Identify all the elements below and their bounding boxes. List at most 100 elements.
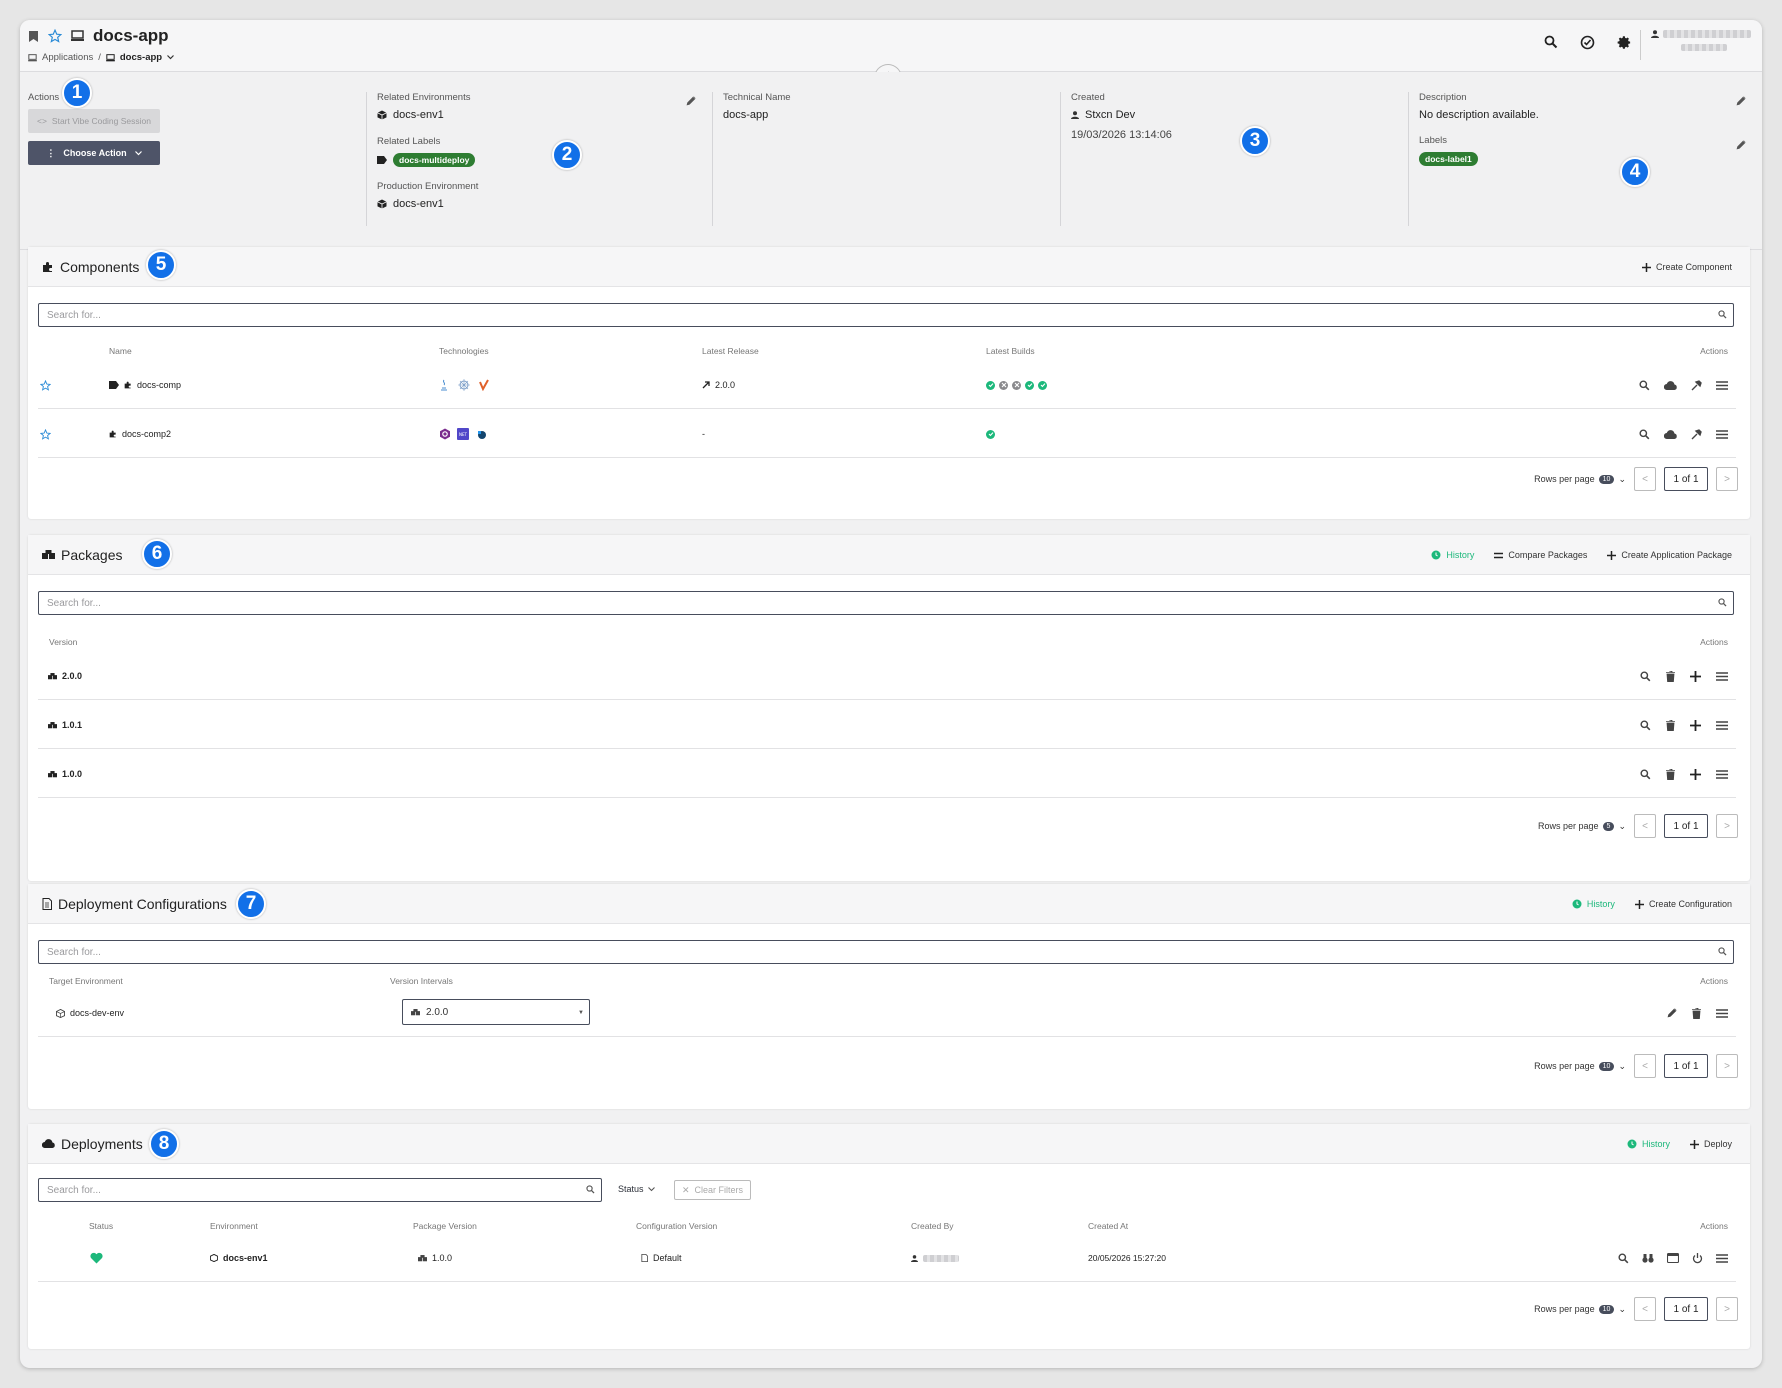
rows-per-page[interactable]: Rows per page 5 ⌄ — [1538, 821, 1626, 832]
table-row[interactable]: 2.0.0 — [38, 652, 1736, 700]
inspect-search-icon[interactable] — [1640, 670, 1651, 682]
menu-icon[interactable] — [1716, 380, 1728, 390]
next-page-button[interactable]: > — [1716, 1297, 1738, 1321]
next-page-button[interactable]: > — [1716, 814, 1738, 838]
package-version-cell[interactable]: 1.0.0 — [48, 750, 82, 798]
tasks-check-icon[interactable] — [1580, 35, 1595, 50]
build-failed-icon[interactable] — [1012, 380, 1021, 390]
star-icon[interactable] — [40, 361, 51, 409]
table-row[interactable]: docs-comp 2.0.0 — [38, 361, 1736, 409]
compare-packages-button[interactable]: Compare Packages — [1494, 550, 1587, 560]
deployments-history-button[interactable]: History — [1627, 1139, 1670, 1149]
prev-page-button[interactable]: < — [1634, 467, 1656, 491]
breadcrumb-applications[interactable]: Applications — [42, 52, 93, 63]
plus-icon[interactable] — [1690, 768, 1701, 780]
choose-action-button[interactable]: ⋮ Choose Action — [28, 141, 160, 165]
menu-icon[interactable] — [1716, 720, 1728, 730]
related-env-value[interactable]: docs-env1 — [377, 109, 698, 121]
status-filter[interactable]: Status — [618, 1184, 655, 1194]
deploy-button[interactable]: Deploy — [1689, 1139, 1732, 1149]
edit-description-pencil-icon[interactable] — [1736, 96, 1746, 106]
plus-icon[interactable] — [1690, 670, 1701, 682]
prev-page-button[interactable]: < — [1634, 814, 1656, 838]
rows-per-page[interactable]: Rows per page 10 ⌄ — [1534, 1304, 1626, 1315]
table-row[interactable]: docs-dev-env 2.0.0 ▼ — [38, 989, 1736, 1037]
target-env-cell[interactable]: docs-dev-env — [56, 989, 124, 1037]
clear-filters-button[interactable]: ✕ Clear Filters — [674, 1180, 752, 1200]
rows-per-page[interactable]: Rows per page 10 ⌄ — [1534, 474, 1626, 485]
chevron-down-icon[interactable] — [167, 55, 175, 60]
version-interval-select[interactable]: 2.0.0 ▼ — [402, 999, 590, 1025]
trash-icon[interactable] — [1666, 719, 1675, 731]
build-success-icon[interactable] — [986, 380, 995, 390]
components-search-input[interactable]: Search for... — [38, 303, 1734, 327]
start-vibe-coding-button[interactable]: <> Start Vibe Coding Session — [28, 109, 160, 133]
trash-icon[interactable] — [1666, 768, 1675, 780]
next-page-button[interactable]: > — [1716, 467, 1738, 491]
configs-history-button[interactable]: History — [1572, 899, 1615, 909]
hammer-build-icon[interactable] — [1691, 379, 1702, 391]
package-version-cell[interactable]: 2.0.0 — [48, 652, 82, 700]
build-success-icon[interactable] — [1025, 380, 1034, 390]
edit-labels-pencil-icon[interactable] — [1736, 140, 1746, 150]
breadcrumb-current[interactable]: docs-app — [120, 52, 162, 63]
trash-icon[interactable] — [1666, 670, 1675, 682]
packages-history-button[interactable]: History — [1431, 550, 1474, 560]
component-name-cell[interactable]: docs-comp — [109, 361, 181, 409]
menu-icon[interactable] — [1716, 1253, 1728, 1263]
binoculars-icon[interactable] — [1642, 1253, 1654, 1263]
hammer-build-icon[interactable] — [1691, 428, 1702, 440]
table-row[interactable]: 1.0.0 — [38, 750, 1736, 798]
prev-page-button[interactable]: < — [1634, 1054, 1656, 1078]
prev-page-button[interactable]: < — [1634, 1297, 1656, 1321]
bookmark-icon[interactable] — [28, 30, 39, 43]
pencil-icon[interactable] — [1667, 1008, 1677, 1018]
inspect-search-icon[interactable] — [1640, 719, 1651, 731]
table-row[interactable]: docs-env1 1.0.0 Default 20/05/2026 15:27… — [38, 1234, 1736, 1282]
browser-window-icon[interactable] — [1667, 1253, 1679, 1263]
power-icon[interactable] — [1692, 1252, 1703, 1264]
menu-icon[interactable] — [1716, 671, 1728, 681]
page-indicator[interactable]: 1 of 1 — [1664, 814, 1708, 838]
page-indicator[interactable]: 1 of 1 — [1664, 1297, 1708, 1321]
table-row[interactable]: 1.0.1 — [38, 701, 1736, 749]
config-version-cell[interactable]: Default — [641, 1234, 682, 1282]
inspect-search-icon[interactable] — [1639, 379, 1650, 391]
plus-icon[interactable] — [1690, 719, 1701, 731]
create-component-button[interactable]: Create Component — [1641, 262, 1732, 272]
deployments-search-input[interactable]: Search for... — [38, 1178, 602, 1202]
create-configuration-button[interactable]: Create Configuration — [1634, 899, 1732, 909]
menu-icon[interactable] — [1716, 769, 1728, 779]
configs-search-input[interactable]: Search for... — [38, 940, 1734, 964]
favorite-star-icon[interactable] — [48, 29, 62, 43]
page-indicator[interactable]: 1 of 1 — [1664, 1054, 1708, 1078]
build-failed-icon[interactable] — [999, 380, 1008, 390]
edit-related-pencil-icon[interactable] — [686, 96, 696, 106]
prod-env-value[interactable]: docs-env1 — [377, 198, 698, 210]
page-indicator[interactable]: 1 of 1 — [1664, 467, 1708, 491]
inspect-search-icon[interactable] — [1640, 768, 1651, 780]
create-package-button[interactable]: Create Application Package — [1607, 550, 1732, 560]
menu-icon[interactable] — [1716, 429, 1728, 439]
inspect-search-icon[interactable] — [1618, 1252, 1629, 1264]
build-success-icon[interactable] — [1038, 380, 1047, 390]
next-page-button[interactable]: > — [1716, 1054, 1738, 1078]
label-pill[interactable]: docs-label1 — [1419, 152, 1478, 166]
gear-icon[interactable] — [1617, 35, 1632, 50]
related-label-pill[interactable]: docs-multideploy — [393, 153, 476, 167]
component-name-cell[interactable]: docs-comp2 — [109, 410, 171, 458]
rows-per-page[interactable]: Rows per page 10 ⌄ — [1534, 1061, 1626, 1072]
user-menu[interactable] — [1640, 30, 1752, 60]
table-row[interactable]: docs-comp2 NET - — [38, 410, 1736, 458]
star-icon[interactable] — [40, 410, 51, 458]
package-version-cell[interactable]: 1.0.0 — [418, 1234, 452, 1282]
environment-cell[interactable]: docs-env1 — [210, 1234, 268, 1282]
build-success-icon[interactable] — [986, 429, 995, 439]
latest-release-cell[interactable]: 2.0.0 — [702, 361, 735, 409]
cloud-deploy-icon[interactable] — [1664, 429, 1677, 439]
menu-icon[interactable] — [1716, 1008, 1728, 1018]
inspect-search-icon[interactable] — [1639, 428, 1650, 440]
packages-search-input[interactable]: Search for... — [38, 591, 1734, 615]
cloud-deploy-icon[interactable] — [1664, 380, 1677, 390]
package-version-cell[interactable]: 1.0.1 — [48, 701, 82, 749]
